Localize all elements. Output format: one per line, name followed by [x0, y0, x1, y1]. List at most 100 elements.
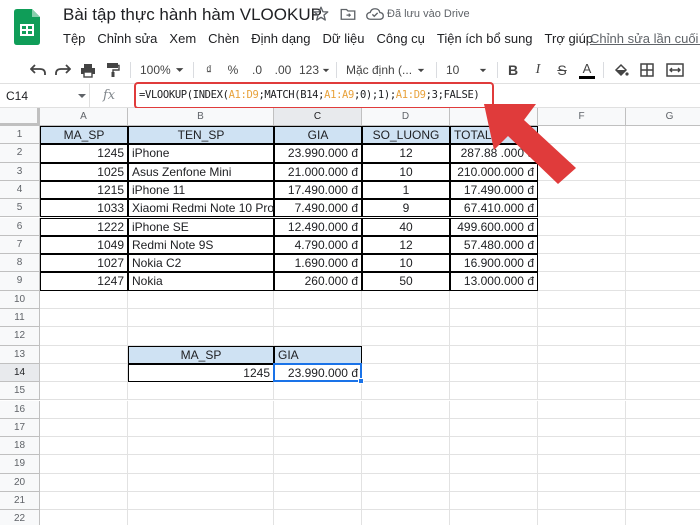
row-header-4[interactable]: 4 [0, 180, 40, 200]
grid-cell[interactable] [538, 363, 626, 383]
table-cell[interactable]: 1049 [40, 235, 128, 255]
strikethrough-button[interactable]: S [553, 60, 571, 80]
table-cell[interactable]: 50 [362, 272, 450, 291]
grid-cell[interactable] [538, 345, 626, 364]
grid-cell[interactable] [450, 363, 538, 383]
table-cell[interactable]: 12.490.000 đ [274, 217, 362, 236]
grid-cell[interactable] [40, 382, 128, 401]
fill-color-button[interactable] [611, 60, 631, 80]
increase-decimal-button[interactable]: .00 [272, 60, 294, 80]
grid-cell[interactable] [40, 400, 128, 419]
decrease-decimal-button[interactable]: .0 [248, 60, 266, 80]
grid-cell[interactable] [128, 455, 274, 474]
grid-cell[interactable] [362, 437, 450, 456]
grid-cell[interactable] [450, 437, 538, 456]
table-cell[interactable]: 1027 [40, 254, 128, 273]
more-formats-select[interactable]: 123 [299, 60, 331, 80]
grid-cell[interactable] [128, 510, 274, 525]
grid-cell[interactable] [274, 437, 362, 456]
text-color-button[interactable]: A [577, 60, 597, 80]
table-cell[interactable]: 1.690.000 đ [274, 254, 362, 273]
table-header-cell[interactable]: GIA [274, 126, 362, 145]
grid-cell[interactable] [626, 327, 700, 346]
menu-addons[interactable]: Tiện ích bổ sung [431, 30, 539, 48]
grid-cell[interactable] [538, 327, 626, 346]
star-icon[interactable] [312, 5, 330, 23]
lookup-header-gia[interactable]: GIA [274, 345, 362, 364]
grid-cell[interactable] [362, 455, 450, 474]
spreadsheet-grid[interactable]: ABCDEFG123456789101112131415161718192021… [0, 108, 700, 525]
lookup-ma-sp-value[interactable]: 1245 [128, 363, 274, 383]
row-header-15[interactable]: 15 [0, 382, 40, 401]
grid-cell[interactable] [40, 345, 128, 364]
grid-cell[interactable] [128, 327, 274, 346]
grid-cell[interactable] [538, 199, 626, 218]
table-cell[interactable]: 1033 [40, 199, 128, 218]
google-sheets-logo-icon[interactable] [14, 9, 40, 45]
table-cell[interactable]: iPhone SE [128, 217, 274, 236]
grid-cell[interactable] [40, 363, 128, 383]
grid-cell[interactable] [128, 473, 274, 492]
merge-cells-button[interactable] [664, 60, 686, 80]
grid-cell[interactable] [450, 290, 538, 309]
grid-cell[interactable] [626, 199, 700, 218]
table-cell[interactable]: Nokia C2 [128, 254, 274, 273]
table-cell[interactable]: 10 [362, 254, 450, 273]
table-cell[interactable]: iPhone [128, 144, 274, 163]
row-header-9[interactable]: 9 [0, 272, 40, 291]
table-cell[interactable]: 13.000.000 đ [450, 272, 538, 291]
row-header-6[interactable]: 6 [0, 217, 40, 236]
borders-button[interactable] [637, 60, 657, 80]
menu-insert[interactable]: Chèn [202, 30, 245, 48]
table-cell[interactable]: Nokia [128, 272, 274, 291]
menu-format[interactable]: Định dạng [245, 30, 316, 48]
font-family-select[interactable]: Mặc định (... [346, 60, 432, 80]
grid-cell[interactable] [362, 309, 450, 328]
grid-cell[interactable] [538, 473, 626, 492]
grid-cell[interactable] [274, 492, 362, 511]
table-cell[interactable]: 21.000.000 đ [274, 162, 362, 181]
table-cell[interactable]: 12 [362, 144, 450, 163]
grid-cell[interactable] [626, 401, 700, 419]
grid-cell[interactable] [538, 217, 626, 236]
grid-cell[interactable] [538, 235, 626, 255]
grid-cell[interactable] [40, 290, 128, 309]
table-cell[interactable]: 16.900.000 đ [450, 254, 538, 273]
table-cell[interactable]: 4.790.000 đ [274, 235, 362, 255]
table-cell[interactable]: 12 [362, 235, 450, 255]
grid-cell[interactable] [40, 455, 128, 474]
table-cell[interactable]: 260.000 đ [274, 272, 362, 291]
grid-cell[interactable] [274, 382, 362, 401]
menu-tools[interactable]: Công cụ [370, 30, 430, 48]
grid-cell[interactable] [40, 473, 128, 492]
grid-cell[interactable] [128, 400, 274, 419]
grid-cell[interactable] [274, 455, 362, 474]
italic-button[interactable]: I [529, 60, 547, 80]
grid-cell[interactable] [274, 327, 362, 346]
grid-cell[interactable] [626, 236, 700, 255]
grid-cell[interactable] [450, 492, 538, 511]
grid-cell[interactable] [40, 437, 128, 456]
grid-cell[interactable] [538, 400, 626, 419]
font-size-select[interactable]: 10 [446, 60, 492, 80]
lookup-header-ma-sp[interactable]: MA_SP [128, 345, 274, 364]
table-header-cell[interactable]: MA_SP [40, 126, 128, 145]
table-cell[interactable]: 67.410.000 đ [450, 199, 538, 218]
row-header-1[interactable]: 1 [0, 126, 40, 145]
grid-cell[interactable] [362, 400, 450, 419]
grid-cell[interactable] [40, 510, 128, 525]
grid-cell[interactable] [128, 382, 274, 401]
grid-cell[interactable] [626, 309, 700, 328]
menu-edit[interactable]: Chỉnh sửa [91, 30, 163, 48]
table-cell[interactable]: 1247 [40, 272, 128, 291]
grid-cell[interactable] [362, 510, 450, 525]
row-header-14[interactable]: 14 [0, 363, 40, 383]
name-box[interactable]: C14 [0, 84, 90, 108]
grid-cell[interactable] [40, 327, 128, 346]
grid-cell[interactable] [626, 474, 700, 492]
table-cell[interactable]: 1245 [40, 144, 128, 163]
table-cell[interactable]: 1025 [40, 162, 128, 181]
table-cell[interactable]: 1222 [40, 217, 128, 236]
undo-button[interactable] [28, 60, 48, 80]
table-cell[interactable]: Asus Zenfone Mini [128, 162, 274, 181]
